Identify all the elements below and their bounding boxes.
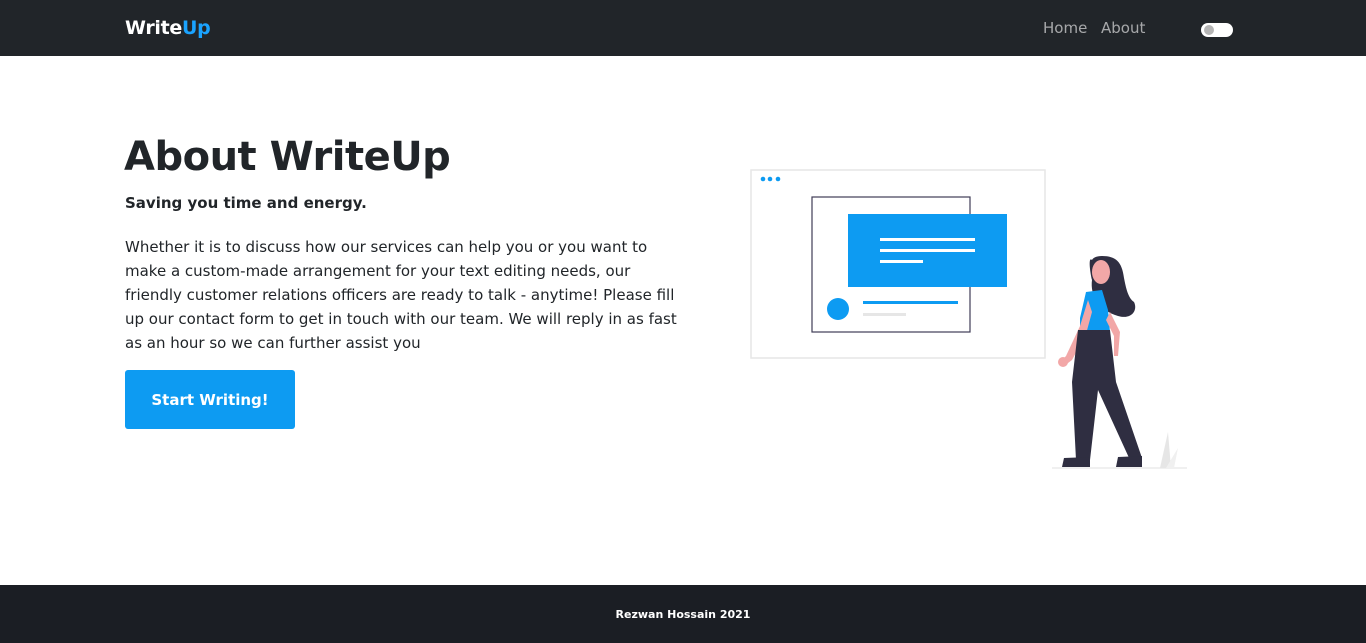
theme-toggle[interactable] xyxy=(1201,23,1233,37)
page-title: About WriteUp xyxy=(124,134,451,180)
window-dot xyxy=(775,176,781,182)
about-illustration xyxy=(750,169,1187,469)
message-line xyxy=(880,260,923,263)
footer: Rezwan Hossain 2021 xyxy=(0,585,1366,643)
woman-figure xyxy=(1058,256,1142,467)
window-dot xyxy=(760,176,766,182)
about-description: Whether it is to discuss how our service… xyxy=(125,238,677,352)
message-line xyxy=(880,238,975,241)
footer-copyright: Rezwan Hossain 2021 xyxy=(615,607,751,621)
text-line xyxy=(863,313,906,316)
page-subtitle: Saving you time and energy. xyxy=(125,194,367,212)
message-line xyxy=(880,249,975,252)
brand-primary: Write xyxy=(125,17,182,39)
toggle-knob xyxy=(1204,25,1214,35)
text-line xyxy=(863,301,958,304)
brand-accent: Up xyxy=(181,17,211,39)
nav-link-about[interactable]: About xyxy=(1101,19,1145,37)
nav-link-home[interactable]: Home xyxy=(1043,19,1087,37)
window-dot xyxy=(767,176,773,182)
avatar-circle xyxy=(827,298,849,320)
navbar: WriteUp Home About xyxy=(0,0,1366,56)
start-writing-button[interactable]: Start Writing! xyxy=(125,370,295,429)
brand-logo[interactable]: WriteUp xyxy=(125,17,211,39)
